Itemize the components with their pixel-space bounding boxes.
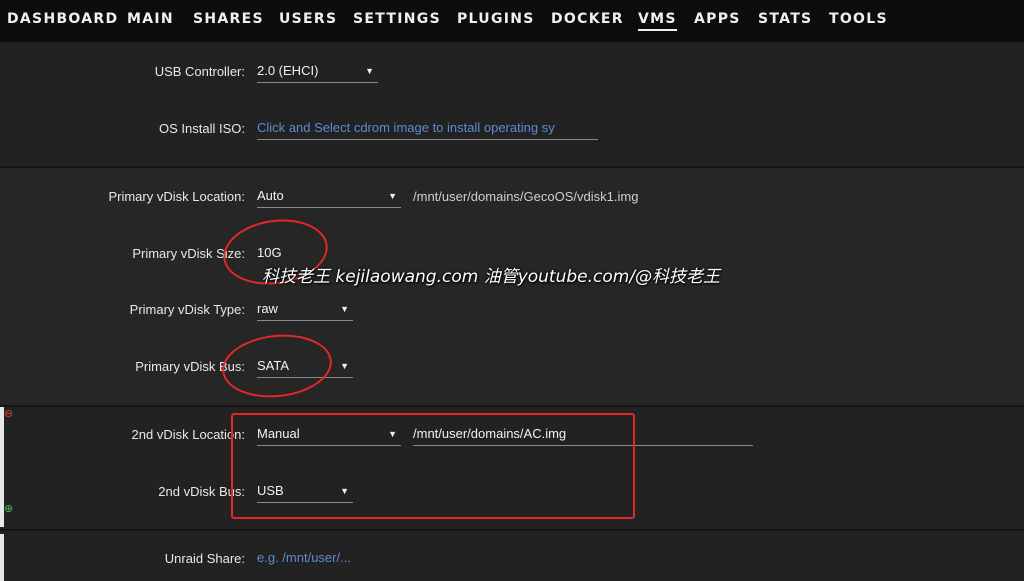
usb-controller-select[interactable]: 2.0 (EHCI) ▼ [257, 61, 378, 83]
second-vdisk-bus-label: 2nd vDisk Bus: [158, 484, 245, 499]
second-vdisk-location-label: 2nd vDisk Location: [131, 427, 245, 442]
unraid-share-input[interactable]: e.g. /mnt/user/... [257, 548, 377, 570]
nav-shares[interactable]: SHARES [193, 11, 264, 27]
nav-main[interactable]: MAIN [127, 11, 174, 27]
highlight-rect-second-vdisk [231, 413, 635, 519]
add-disk-icon[interactable]: ⊕ [4, 502, 13, 515]
nav-docker[interactable]: DOCKER [551, 11, 624, 27]
nav-dashboard[interactable]: DASHBOARD [7, 11, 118, 27]
watermark-text: 科技老王 kejilaowang.com 油管youtube.com/@科技老王 [262, 267, 721, 287]
primary-vdisk-type-label: Primary vDisk Type: [129, 302, 245, 317]
chevron-down-icon: ▼ [340, 361, 349, 371]
os-install-iso-input[interactable]: Click and Select cdrom image to install … [257, 118, 598, 140]
primary-vdisk-location-value: Auto [257, 188, 284, 203]
primary-vdisk-path: /mnt/user/domains/GecoOS/vdisk1.img [413, 189, 639, 204]
primary-vdisk-type-value: raw [257, 301, 278, 316]
primary-vdisk-size-label: Primary vDisk Size: [132, 246, 245, 261]
chevron-down-icon: ▼ [388, 191, 397, 201]
section-general [0, 42, 1024, 166]
nav-stats[interactable]: STATS [758, 11, 812, 27]
primary-vdisk-bus-label: Primary vDisk Bus: [135, 359, 245, 374]
chevron-down-icon: ▼ [340, 304, 349, 314]
primary-vdisk-location-select[interactable]: Auto ▼ [257, 186, 401, 208]
primary-vdisk-location-label: Primary vDisk Location: [108, 189, 245, 204]
remove-disk-icon[interactable]: ⊖ [4, 407, 13, 420]
primary-vdisk-type-select[interactable]: raw ▼ [257, 299, 353, 321]
nav-vms[interactable]: VMS [638, 11, 677, 31]
nav-apps[interactable]: APPS [694, 11, 741, 27]
usb-controller-label: USB Controller: [154, 64, 245, 79]
nav-settings[interactable]: SETTINGS [353, 11, 441, 27]
os-install-iso-label: OS Install ISO: [159, 121, 245, 136]
chevron-down-icon: ▼ [365, 66, 374, 76]
top-navigation: DASHBOARD MAIN SHARES USERS SETTINGS PLU… [0, 0, 1024, 42]
nav-plugins[interactable]: PLUGINS [457, 11, 535, 27]
unraid-share-label: Unraid Share: [164, 551, 245, 566]
nav-tools[interactable]: TOOLS [829, 11, 888, 27]
nav-users[interactable]: USERS [279, 11, 337, 27]
usb-controller-value: 2.0 (EHCI) [257, 63, 319, 78]
